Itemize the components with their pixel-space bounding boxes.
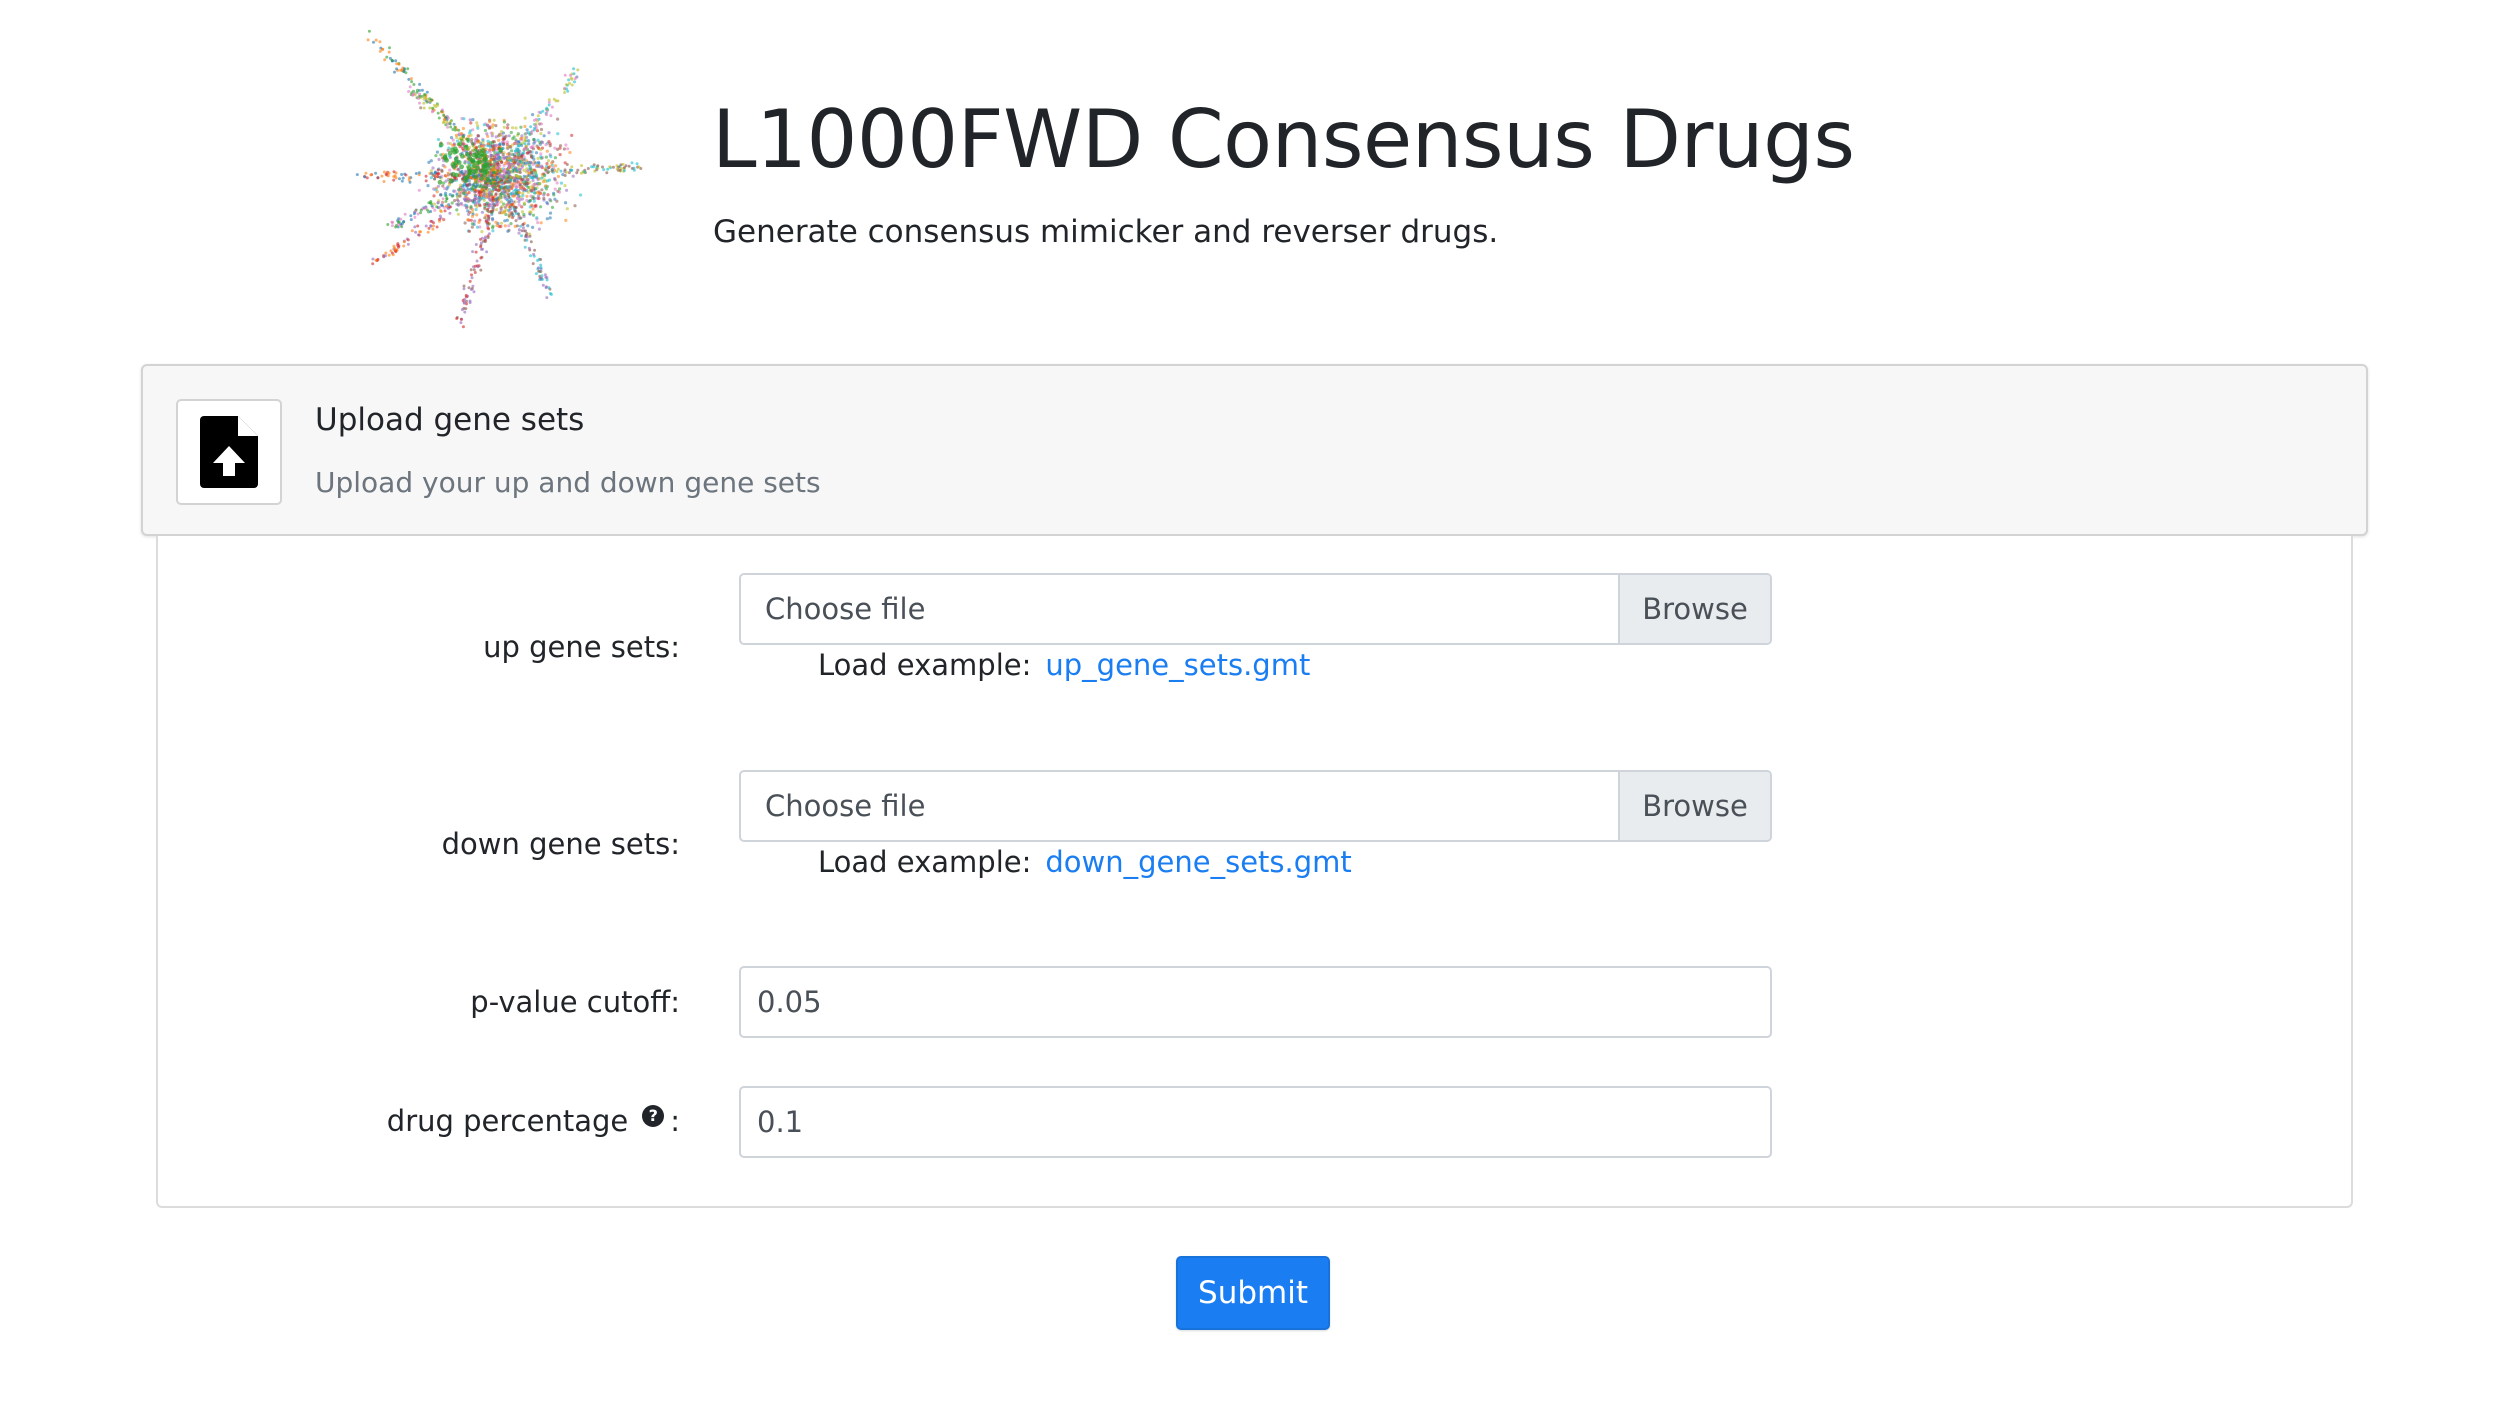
card-description: Upload your up and down gene sets <box>315 466 821 499</box>
down-example-row: Load example: down_gene_sets.gmt <box>818 845 1352 879</box>
pvalue-cutoff-label: p-value cutoff: <box>470 985 680 1019</box>
page: L1000FWD Consensus Drugs Generate consen… <box>0 0 2498 1426</box>
question-circle-icon[interactable]: ? <box>642 1105 665 1127</box>
page-title: L1000FWD Consensus Drugs <box>712 93 1855 186</box>
up-example-prefix: Load example: <box>818 648 1032 682</box>
drug-percentage-label-text: drug percentage <box>386 1104 629 1138</box>
up-browse-button[interactable]: Browse <box>1618 575 1770 643</box>
submit-button[interactable]: Submit <box>1176 1256 1330 1330</box>
logo-scatter-network <box>355 29 643 329</box>
down-file-placeholder: Choose file <box>765 789 926 823</box>
up-file-placeholder: Choose file <box>765 592 926 626</box>
down-example-prefix: Load example: <box>818 845 1032 879</box>
upload-card-header: Upload gene sets Upload your up and down… <box>141 364 2368 536</box>
down-gene-sets-label: down gene sets: <box>441 827 680 861</box>
drug-percentage-colon: : <box>670 1104 680 1138</box>
up-example-row: Load example: up_gene_sets.gmt <box>818 648 1310 682</box>
pvalue-cutoff-input[interactable]: 0.05 <box>739 966 1772 1038</box>
up-example-link[interactable]: up_gene_sets.gmt <box>1045 648 1310 682</box>
drug-percentage-label: drug percentage?: <box>387 1104 680 1138</box>
card-title: Upload gene sets <box>315 402 585 438</box>
file-upload-icon-box <box>176 399 282 505</box>
down-gene-sets-file-input[interactable]: Choose file Browse <box>739 770 1772 842</box>
drug-percentage-input[interactable]: 0.1 <box>739 1086 1772 1158</box>
down-browse-button[interactable]: Browse <box>1618 772 1770 840</box>
down-example-link[interactable]: down_gene_sets.gmt <box>1045 845 1351 879</box>
file-upload-icon <box>200 416 258 488</box>
page-subtitle: Generate consensus mimicker and reverser… <box>713 214 1499 250</box>
up-gene-sets-file-input[interactable]: Choose file Browse <box>739 573 1772 645</box>
up-gene-sets-label: up gene sets: <box>483 630 680 664</box>
